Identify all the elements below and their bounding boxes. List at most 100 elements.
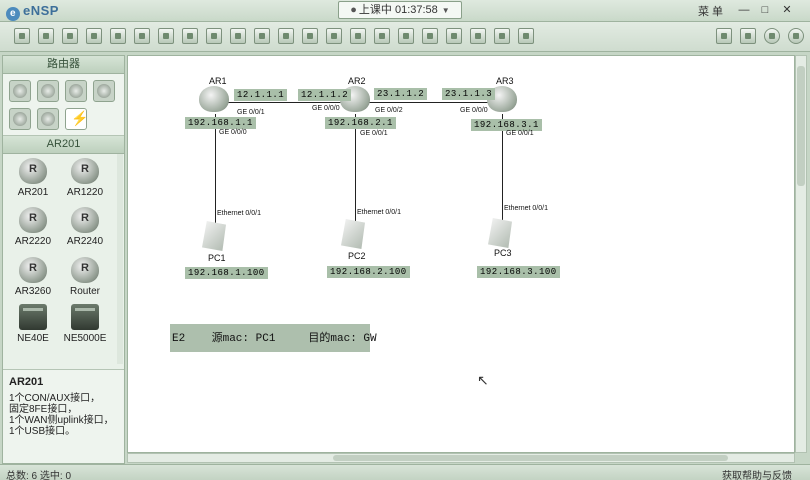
huawei-icon[interactable] [764, 28, 780, 44]
zoom-in-icon[interactable] [350, 28, 366, 44]
ip-label-ar2-wan-right[interactable]: 23.1.1.2 [374, 88, 428, 100]
pc-pc2[interactable] [341, 219, 371, 249]
stop-device-icon[interactable] [446, 28, 462, 44]
node-label-ar3: AR3 [496, 76, 514, 86]
close-button[interactable]: ✕ [778, 3, 796, 18]
link-ar1-pc1[interactable] [215, 114, 216, 226]
category-firewall-icon[interactable] [93, 80, 115, 102]
device-ar2220[interactable]: AR2220 [5, 207, 61, 247]
ip-label-pc1[interactable]: 192.168.1.100 [185, 267, 268, 279]
ip-label-pc3[interactable]: 192.168.3.100 [477, 266, 560, 278]
toolbar [0, 22, 810, 52]
menu-button[interactable]: 菜 单 [698, 3, 723, 19]
device-ar3260[interactable]: AR3260 [5, 257, 61, 297]
link-ar1-ar2[interactable] [228, 102, 353, 103]
device-router[interactable]: Router [57, 257, 113, 297]
select-icon[interactable] [206, 28, 222, 44]
annotation-note[interactable]: E2 源mac: PC1 目的mac: GW [170, 324, 377, 352]
device-panel: 路由器 ⚡ AR201 AR201 AR1220 AR2220 AR2240 A… [2, 55, 125, 464]
device-ne5000e[interactable]: NE5000E [57, 304, 113, 344]
window-icon[interactable] [740, 28, 756, 44]
chassis-icon [19, 304, 47, 330]
fit-icon[interactable] [398, 28, 414, 44]
description-line: 1个USB接口。 [9, 426, 76, 437]
device-ar2240[interactable]: AR2240 [57, 207, 113, 247]
settings-icon[interactable] [716, 28, 732, 44]
app-name: eNSP [23, 3, 59, 18]
category-wlan-icon[interactable] [65, 80, 87, 102]
device-header: AR201 [3, 136, 124, 154]
delete-icon[interactable] [254, 28, 270, 44]
new-example-icon[interactable] [38, 28, 54, 44]
port-label-ar1-ge000: GE 0/0/0 [219, 129, 247, 136]
help-feedback-link[interactable]: 获取帮助与反馈 [722, 467, 792, 480]
pc-icon [341, 219, 365, 249]
app-logo: e eNSP [6, 3, 59, 21]
horizontal-scrollbar[interactable] [127, 453, 795, 463]
new-topology-icon[interactable] [14, 28, 30, 44]
port-label-ar2-ge002: GE 0/0/2 [375, 107, 403, 114]
category-switch-icon[interactable] [37, 80, 59, 102]
open-icon[interactable] [62, 28, 78, 44]
zoom-out-icon[interactable] [374, 28, 390, 44]
pc-pc1[interactable] [202, 221, 232, 251]
minimize-button[interactable]: — [735, 3, 753, 18]
status-count: 总数: 6 选中: 0 [6, 471, 72, 480]
session-status-icon: ● [350, 4, 357, 16]
redo-icon[interactable] [182, 28, 198, 44]
help-icon[interactable] [788, 28, 804, 44]
router-icon [199, 86, 229, 112]
device-description: AR201 1个CON/AUX接口， 固定8FE接口， 1个WAN侧uplink… [3, 369, 124, 463]
delete-link-icon[interactable] [278, 28, 294, 44]
undo-icon[interactable] [158, 28, 174, 44]
save-icon[interactable] [86, 28, 102, 44]
node-label-ar2: AR2 [348, 76, 366, 86]
ip-label-ar2-wan-left[interactable]: 12.1.1.2 [298, 89, 352, 101]
topology-canvas[interactable]: AR1 AR2 AR3 PC1 PC2 PC3 12.1.1.1 12.1.1.… [127, 55, 795, 453]
category-router-icon[interactable] [9, 80, 31, 102]
node-label-pc3: PC3 [494, 248, 512, 258]
print-icon[interactable] [134, 28, 150, 44]
save-as-icon[interactable] [110, 28, 126, 44]
vertical-scrollbar[interactable] [795, 55, 807, 453]
port-label-pc1-eth: Ethernet 0/0/1 [217, 210, 261, 217]
device-ar1220[interactable]: AR1220 [57, 158, 113, 198]
link-ar2-pc2[interactable] [355, 114, 356, 226]
cli-icon[interactable] [518, 28, 534, 44]
category-cloud-icon[interactable] [37, 108, 59, 130]
palette-icon[interactable] [326, 28, 342, 44]
ip-label-ar1-wan[interactable]: 12.1.1.1 [234, 89, 288, 101]
router-ar1[interactable] [199, 86, 229, 114]
session-timer[interactable]: ● 上课中 01:37:58 ▼ [338, 1, 462, 19]
hand-icon[interactable] [230, 28, 246, 44]
router-icon [71, 207, 99, 233]
port-label-ar3-ge000: GE 0/0/0 [460, 107, 488, 114]
chevron-down-icon: ▼ [441, 6, 450, 15]
horizontal-scroll-thumb[interactable] [333, 455, 728, 461]
device-ne40e[interactable]: NE40E [5, 304, 61, 344]
ensp-window: e eNSP ● 上课中 01:37:58 ▼ 菜 单 — □ ✕ 路由器 ⚡ … [0, 0, 810, 480]
maximize-button[interactable]: □ [756, 3, 774, 18]
link-ar2-ar3[interactable] [368, 102, 493, 103]
ip-label-ar2-lan[interactable]: 192.168.2.1 [325, 117, 396, 129]
status-bar: 总数: 6 选中: 0 获取帮助与反馈 [0, 464, 810, 480]
port-label-pc2-eth: Ethernet 0/0/1 [357, 209, 401, 216]
start-device-icon[interactable] [422, 28, 438, 44]
pc-pc3[interactable] [488, 218, 518, 248]
category-cable-icon[interactable]: ⚡ [65, 108, 88, 130]
device-grid: AR201 AR1220 AR2220 AR2240 AR3260 Router… [3, 154, 124, 364]
router-icon [19, 158, 47, 184]
session-text: 上课中 01:37:58 [358, 4, 438, 16]
vertical-scroll-thumb[interactable] [797, 66, 805, 186]
topology-icon[interactable] [494, 28, 510, 44]
ip-label-pc2[interactable]: 192.168.2.100 [327, 266, 410, 278]
ip-label-ar1-lan[interactable]: 192.168.1.1 [185, 117, 256, 129]
text-icon[interactable] [302, 28, 318, 44]
ip-label-ar3-wan[interactable]: 23.1.1.3 [442, 88, 496, 100]
category-endpoint-icon[interactable] [9, 108, 31, 130]
node-label-pc2: PC2 [348, 251, 366, 261]
device-scrollbar[interactable] [117, 154, 123, 364]
description-line: 1个CON/AUX接口， [9, 393, 101, 404]
capture-icon[interactable] [470, 28, 486, 44]
device-ar201[interactable]: AR201 [5, 158, 61, 198]
